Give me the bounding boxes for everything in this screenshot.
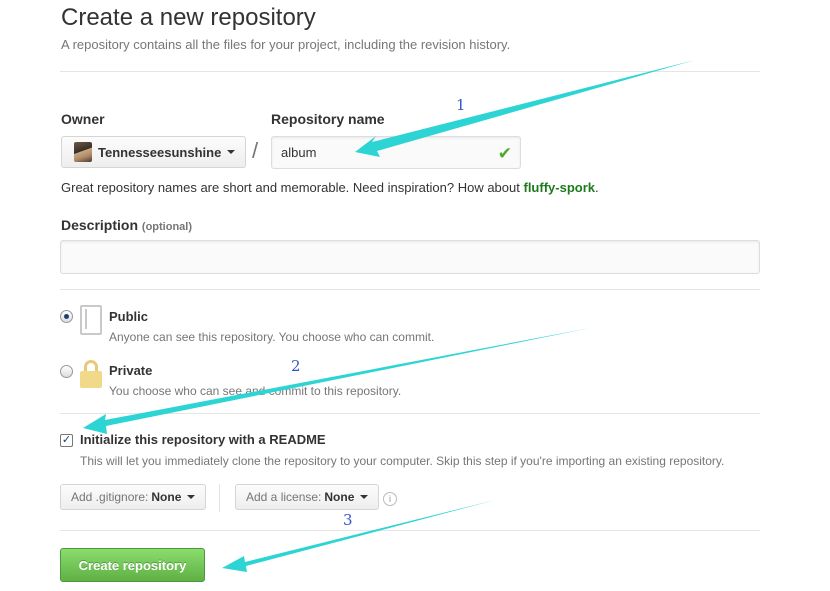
annotation-number-3: 3 bbox=[343, 511, 353, 529]
annotation-arrow-3 bbox=[222, 500, 495, 572]
annotation-arrows bbox=[83, 60, 695, 572]
annotation-arrow-1 bbox=[355, 60, 695, 157]
annotation-arrow-2 bbox=[83, 328, 590, 434]
annotation-number-1: 1 bbox=[456, 96, 466, 114]
annotation-number-2: 2 bbox=[291, 357, 301, 375]
